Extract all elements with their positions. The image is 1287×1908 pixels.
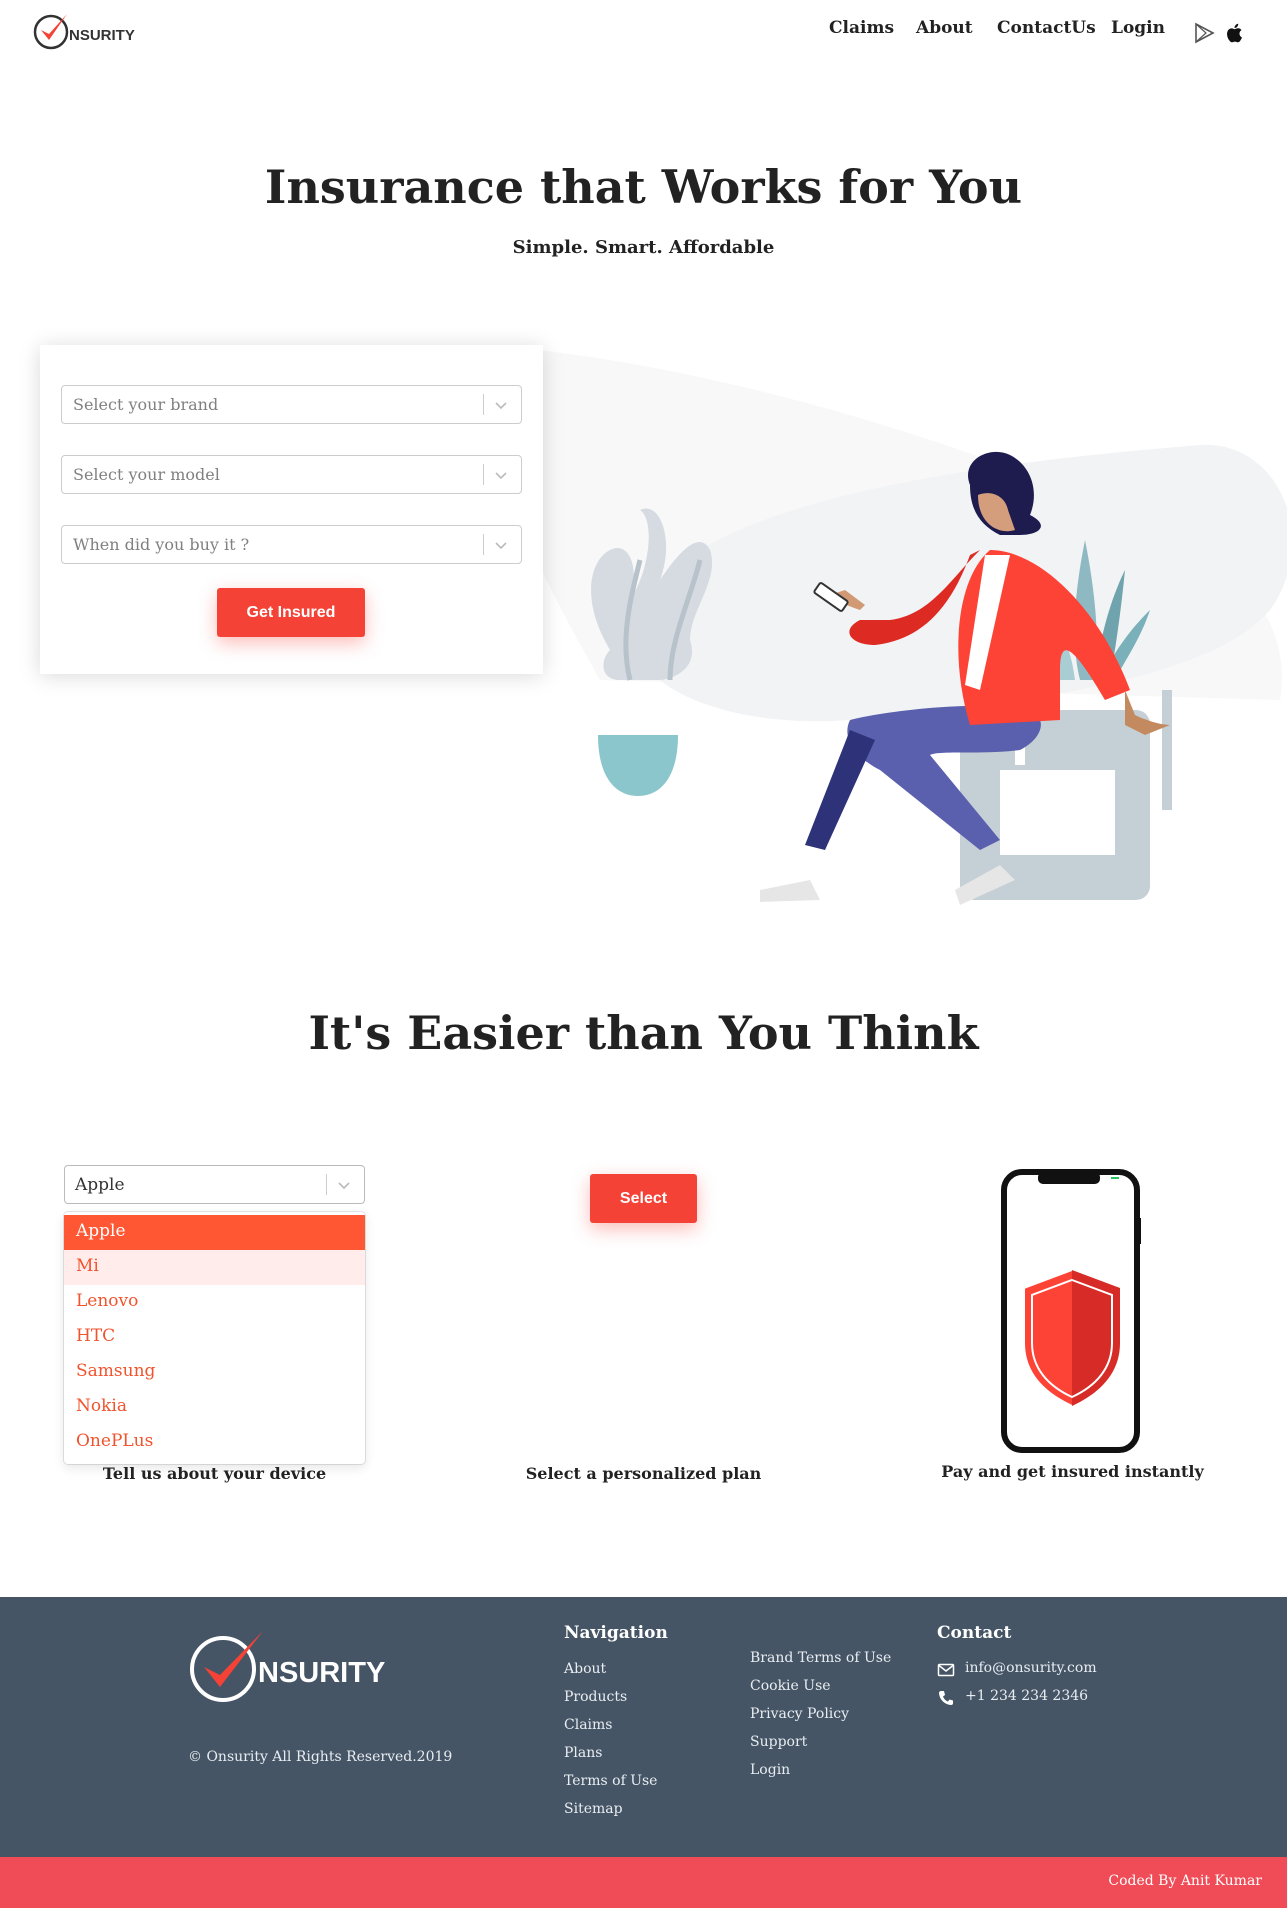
device-brand-select[interactable]: Apple	[64, 1165, 365, 1204]
chevron-down-icon[interactable]	[493, 397, 509, 413]
footer-logo-text: NSURITY	[258, 1657, 385, 1689]
dropdown-option-samsung[interactable]: Samsung	[64, 1355, 365, 1390]
select-separator	[483, 464, 484, 485]
footer-link-login[interactable]: Login	[750, 1762, 790, 1778]
phone-shield-illustration	[1001, 1169, 1141, 1453]
site-header: NSURITY Claims About ContactUs Login	[0, 0, 1287, 64]
model-select[interactable]: Select your model	[61, 455, 522, 494]
plant-left-illustration	[591, 508, 713, 796]
step-caption-device: Tell us about your device	[102, 1464, 327, 1483]
nav-about[interactable]: About	[916, 18, 973, 38]
phone-icon	[939, 1691, 953, 1705]
footer-link-privacy-policy[interactable]: Privacy Policy	[750, 1706, 849, 1722]
footer-navigation-heading: Navigation	[564, 1623, 668, 1643]
purchase-date-select[interactable]: When did you buy it ?	[61, 525, 522, 564]
apple-icon[interactable]	[1224, 22, 1246, 44]
contact-email[interactable]: info@onsurity.com	[965, 1660, 1097, 1676]
main-nav: Claims About ContactUs Login	[0, 18, 1287, 48]
play-store-icon[interactable]	[1193, 22, 1215, 44]
chevron-down-icon[interactable]	[336, 1177, 352, 1193]
nav-contactus[interactable]: ContactUs	[997, 18, 1096, 38]
footer-link-brand-terms[interactable]: Brand Terms of Use	[750, 1650, 891, 1666]
select-plan-button[interactable]: Select	[590, 1174, 697, 1223]
footer-link-support[interactable]: Support	[750, 1734, 807, 1750]
hero-subtitle: Simple. Smart. Affordable	[512, 237, 775, 258]
footer-link-cookie-use[interactable]: Cookie Use	[750, 1678, 831, 1694]
select-separator	[483, 394, 484, 415]
dropdown-option-htc[interactable]: HTC	[64, 1320, 365, 1355]
footer-link-sitemap[interactable]: Sitemap	[564, 1801, 623, 1817]
dropdown-option-lenovo[interactable]: Lenovo	[64, 1285, 365, 1320]
device-brand-value: Apple	[75, 1175, 125, 1195]
chevron-down-icon[interactable]	[493, 537, 509, 553]
credit-text: Coded By Anit Kumar	[1108, 1873, 1262, 1889]
model-select-placeholder: Select your model	[73, 465, 220, 484]
step-caption-pay: Pay and get insured instantly	[941, 1462, 1204, 1481]
footer-link-about[interactable]: About	[564, 1661, 606, 1677]
quote-form-card: Select your brand Select your model When…	[40, 345, 543, 674]
footer-logo[interactable]: NSURITY	[188, 1627, 388, 1702]
mail-icon	[937, 1663, 955, 1677]
footer-contact-heading: Contact	[937, 1623, 1012, 1643]
dropdown-option-apple[interactable]: Apple	[64, 1215, 365, 1250]
woman-with-phone-illustration	[591, 451, 1172, 905]
step-caption-plan: Select a personalized plan	[525, 1464, 762, 1483]
get-insured-button[interactable]: Get Insured	[217, 588, 365, 637]
nav-claims[interactable]: Claims	[829, 18, 894, 38]
section-title: It's Easier than You Think	[308, 1006, 979, 1060]
hero-title: Insurance that Works for You	[264, 160, 1023, 214]
chevron-down-icon[interactable]	[493, 467, 509, 483]
dropdown-option-mi[interactable]: Mi	[64, 1250, 365, 1285]
copyright-text: © Onsurity All Rights Reserved.2019	[188, 1749, 453, 1765]
dropdown-option-oneplus[interactable]: OnePLus	[64, 1425, 365, 1460]
site-footer: NSURITY © Onsurity All Rights Reserved.2…	[0, 1597, 1287, 1857]
bottom-credit-bar: Coded By Anit Kumar	[0, 1857, 1287, 1908]
brand-select[interactable]: Select your brand	[61, 385, 522, 424]
dropdown-option-nokia[interactable]: Nokia	[64, 1390, 365, 1425]
nav-login[interactable]: Login	[1111, 18, 1165, 38]
purchase-date-placeholder: When did you buy it ?	[73, 535, 250, 554]
select-separator	[326, 1174, 327, 1195]
footer-link-plans[interactable]: Plans	[564, 1745, 602, 1761]
footer-link-claims[interactable]: Claims	[564, 1717, 612, 1733]
contact-phone[interactable]: +1 234 234 2346	[965, 1688, 1088, 1704]
select-separator	[483, 534, 484, 555]
footer-link-terms[interactable]: Terms of Use	[564, 1773, 657, 1789]
footer-link-products[interactable]: Products	[564, 1689, 627, 1705]
brand-select-placeholder: Select your brand	[73, 395, 219, 414]
brand-dropdown-menu: Apple Mi Lenovo HTC Samsung Nokia OnePLu…	[64, 1212, 365, 1464]
